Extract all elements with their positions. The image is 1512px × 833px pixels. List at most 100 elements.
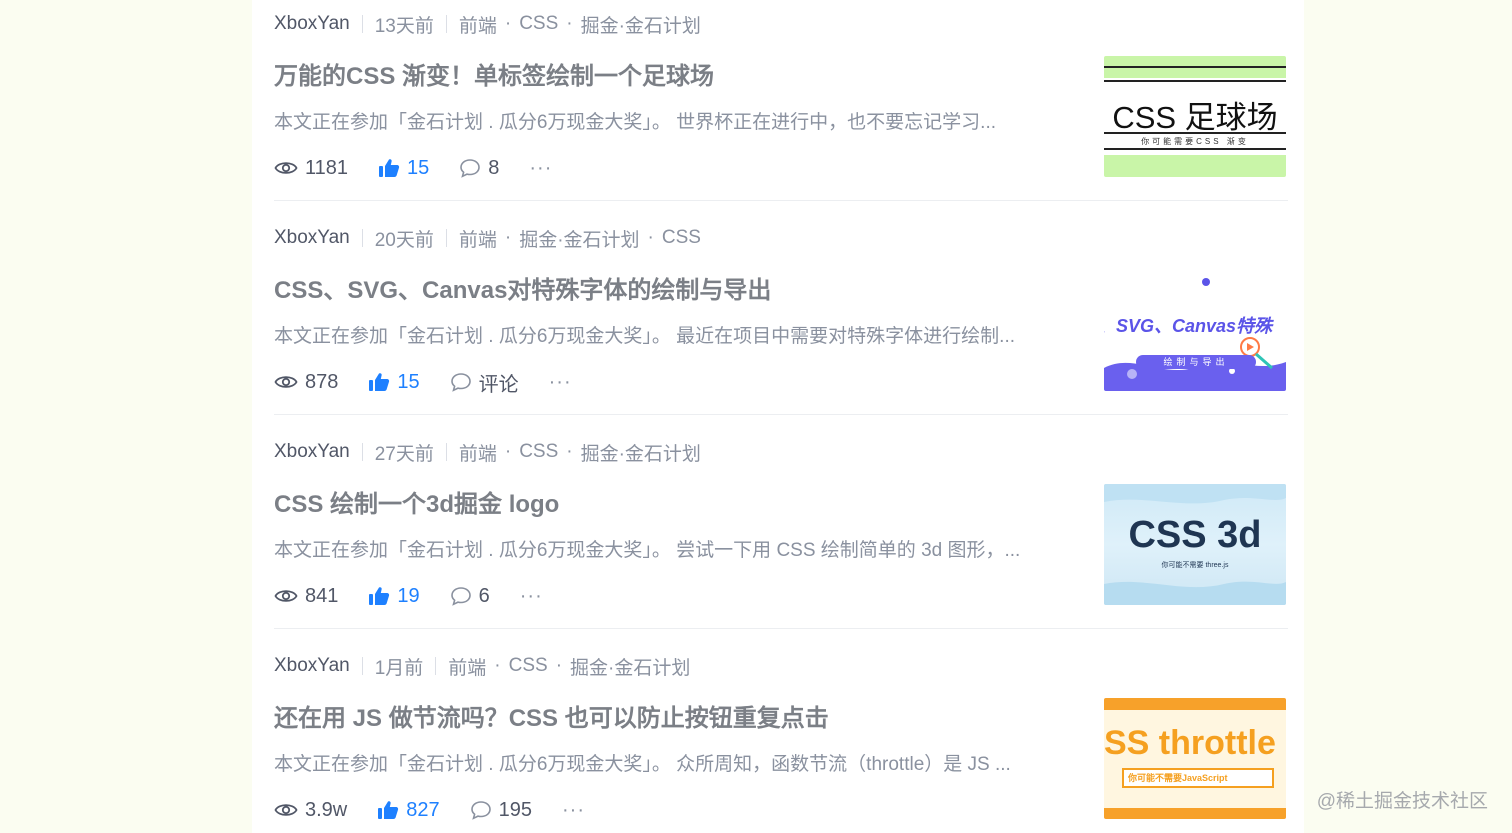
watermark: @稀土掘金技术社区 xyxy=(1316,791,1488,812)
article-thumbnail[interactable]: CSS 足球场 你可能需要CSS 渐变 xyxy=(1104,56,1286,177)
comment-button[interactable]: 8 xyxy=(459,157,499,180)
tag[interactable]: CSS xyxy=(662,227,701,249)
thumb-title: SS throttle xyxy=(1104,724,1276,762)
article-title[interactable]: CSS、SVG、Canvas对特殊字体的绘制与导出 xyxy=(274,270,771,305)
tag[interactable]: 掘金·金石计划 xyxy=(570,653,690,680)
article-thumbnail[interactable]: SS throttle 你可能不需要JavaScript xyxy=(1104,698,1286,819)
article-item[interactable]: XboxYan 1月前 前端 · CSS · 掘金·金石计划 还在用 JS 做节… xyxy=(274,642,1288,833)
like-count: 15 xyxy=(397,370,420,393)
comment-count: 评论 xyxy=(478,373,519,396)
publish-time: 1月前 xyxy=(374,657,424,679)
meta-divider xyxy=(361,15,363,33)
like-button[interactable]: 15 xyxy=(368,370,420,394)
comment-icon xyxy=(450,373,471,392)
article-abstract[interactable]: 本文正在参加「金石计划 . 瓜分6万现金大奖」。 众所周知，函数节流（throt… xyxy=(274,749,1074,776)
thumb-line xyxy=(1104,66,1286,68)
view-count: 878 xyxy=(274,371,338,394)
like-count: 15 xyxy=(407,156,430,179)
article-item[interactable]: XboxYan 20天前 前端 · 掘金·金石计划 · CSS CSS、SVG、… xyxy=(274,214,1288,428)
article-abstract[interactable]: 本文正在参加「金石计划 . 瓜分6万现金大奖」。 世界杯正在进行中，也不要忘记学… xyxy=(274,107,1074,134)
comment-button[interactable]: 195 xyxy=(470,799,532,822)
thumb-title: CSS 足球场 xyxy=(1112,100,1278,135)
tag[interactable]: 掘金·金石计划 xyxy=(519,225,639,252)
article-title[interactable]: CSS 绘制一个3d掘金 logo xyxy=(274,484,559,519)
comment-button[interactable]: 评论 xyxy=(450,368,519,397)
meta-divider xyxy=(445,229,447,247)
comment-icon xyxy=(460,159,481,178)
article-title[interactable]: 还在用 JS 做节流吗？CSS 也可以防止按钮重复点击 xyxy=(274,698,829,733)
publish-time: 13天前 xyxy=(374,15,434,37)
view-count-value: 3.9w xyxy=(305,798,348,821)
eye-icon xyxy=(274,590,298,602)
thumb-subtitle: 绘制与导出 xyxy=(1136,355,1256,369)
comment-count: 195 xyxy=(498,798,532,821)
divider xyxy=(274,200,1288,201)
tag-dot: · xyxy=(566,441,573,462)
thumb-title: CSS 3d xyxy=(1128,514,1262,556)
comment-count: 8 xyxy=(488,156,500,179)
article-item[interactable]: XboxYan 27天前 前端 · CSS · 掘金·金石计划 CSS 绘制一个… xyxy=(274,428,1288,642)
article-abstract[interactable]: 本文正在参加「金石计划 . 瓜分6万现金大奖」。 最近在项目中需要对特殊字体进行… xyxy=(274,321,1074,348)
like-button[interactable]: 827 xyxy=(377,798,440,822)
thumbs-up-icon xyxy=(378,801,399,819)
comment-icon xyxy=(470,801,491,820)
view-count-value: 1181 xyxy=(305,156,349,179)
more-options-button[interactable]: ··· xyxy=(529,157,552,180)
meta-divider xyxy=(445,443,447,461)
publish-time: 20天前 xyxy=(374,229,434,251)
tag[interactable]: 掘金·金石计划 xyxy=(581,11,701,38)
tag[interactable]: 掘金·金石计划 xyxy=(581,439,701,466)
more-options-button[interactable]: ··· xyxy=(520,585,543,608)
tag[interactable]: 前端 xyxy=(459,225,497,252)
author-name[interactable]: XboxYan xyxy=(274,13,350,35)
like-count: 19 xyxy=(397,584,420,607)
like-button[interactable]: 15 xyxy=(378,157,429,180)
view-count: 3.9w xyxy=(274,799,347,822)
thumb-band xyxy=(1104,155,1286,177)
article-meta: XboxYan 13天前 前端 · CSS · 掘金·金石计划 xyxy=(274,10,701,38)
view-count: 1181 xyxy=(274,157,348,180)
article-thumbnail[interactable]: CSS 3d 你可能不需要 three.js xyxy=(1104,484,1286,605)
divider xyxy=(274,628,1288,629)
page: XboxYan 13天前 前端 · CSS · 掘金·金石计划 万能的CSS 渐… xyxy=(0,0,1512,833)
tag[interactable]: CSS xyxy=(509,655,548,677)
article-actions: 1181 15 8 ··· xyxy=(274,154,552,182)
thumb-line xyxy=(1104,132,1286,134)
tag-dot: · xyxy=(504,441,512,462)
article-meta: XboxYan 20天前 前端 · 掘金·金石计划 · CSS xyxy=(274,224,701,252)
article-thumbnail[interactable]: 、SVG、Canvas特殊 绘制与导出 xyxy=(1104,270,1286,391)
tag[interactable]: CSS xyxy=(519,13,558,35)
view-count-value: 841 xyxy=(305,584,339,607)
comment-count: 6 xyxy=(478,584,490,607)
thumb-title: 、SVG、Canvas特殊 xyxy=(1104,316,1273,336)
meta-divider xyxy=(361,229,363,247)
thumb-subtitle: 你可能不需要 three.js xyxy=(1161,562,1229,569)
author-name[interactable]: XboxYan xyxy=(274,227,350,249)
tag[interactable]: 前端 xyxy=(459,11,497,38)
eye-icon xyxy=(274,804,298,816)
article-title[interactable]: 万能的CSS 渐变！单标签绘制一个足球场 xyxy=(274,56,714,91)
tag[interactable]: CSS xyxy=(519,441,558,463)
tag-dot: · xyxy=(566,13,573,34)
more-options-button[interactable]: ··· xyxy=(549,371,572,394)
more-options-button[interactable]: ··· xyxy=(562,799,585,822)
tag[interactable]: 前端 xyxy=(448,653,486,680)
author-name[interactable]: XboxYan xyxy=(274,441,350,463)
thumbs-up-icon xyxy=(369,373,390,391)
article-abstract[interactable]: 本文正在参加「金石计划 . 瓜分6万现金大奖」。 尝试一下用 CSS 绘制简单的… xyxy=(274,535,1074,562)
thumb-line xyxy=(1104,148,1286,150)
article-meta: XboxYan 27天前 前端 · CSS · 掘金·金石计划 xyxy=(274,438,701,466)
article-actions: 878 15 评论 ··· xyxy=(274,368,572,396)
eye-icon xyxy=(274,162,298,174)
article-actions: 3.9w 827 195 ··· xyxy=(274,796,585,824)
meta-divider xyxy=(361,443,363,461)
view-count-value: 878 xyxy=(305,370,339,393)
thumbs-up-icon xyxy=(369,587,390,605)
like-button[interactable]: 19 xyxy=(368,584,420,608)
like-count: 827 xyxy=(406,798,440,821)
article-item[interactable]: XboxYan 13天前 前端 · CSS · 掘金·金石计划 万能的CSS 渐… xyxy=(274,0,1288,214)
publish-time: 27天前 xyxy=(374,443,434,465)
tag[interactable]: 前端 xyxy=(459,439,497,466)
comment-button[interactable]: 6 xyxy=(450,585,490,608)
author-name[interactable]: XboxYan xyxy=(274,655,350,677)
